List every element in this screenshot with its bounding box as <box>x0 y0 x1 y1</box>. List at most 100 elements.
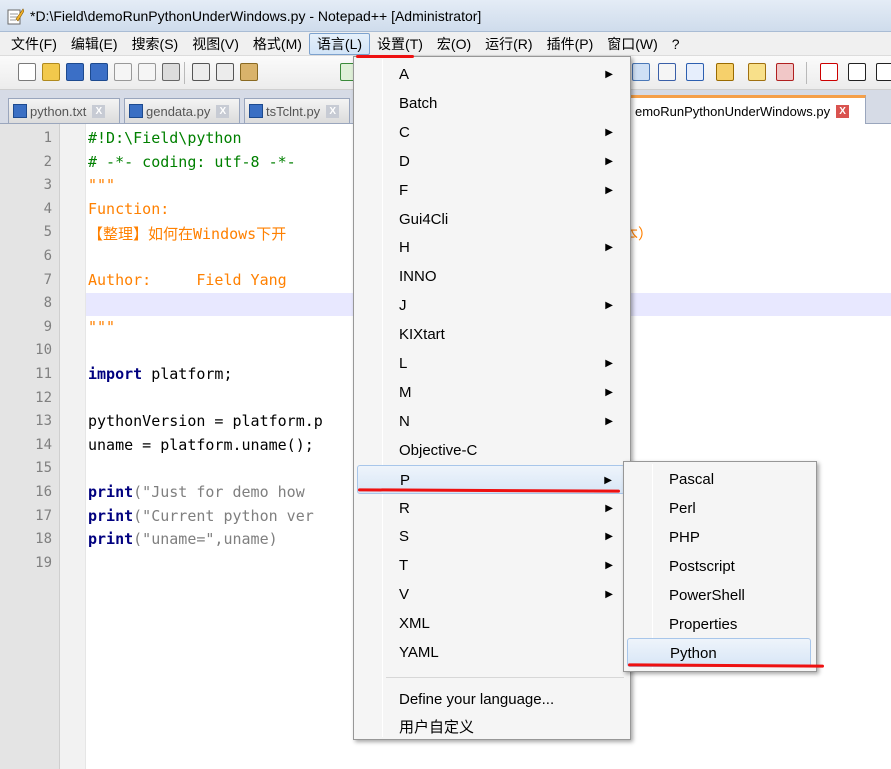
submenu-arrow-icon: ▶ <box>605 358 613 369</box>
language-item-a[interactable]: A ▶ <box>357 60 625 89</box>
language-item-m[interactable]: M ▶ <box>357 378 625 407</box>
menu-4[interactable]: 格式(M) <box>246 33 309 55</box>
copy-icon[interactable] <box>216 63 234 81</box>
tab-2[interactable]: tsTclnt.py X <box>244 98 350 123</box>
p-submenu-item-pascal[interactable]: Pascal <box>627 465 811 494</box>
language-item-n[interactable]: N ▶ <box>357 407 625 436</box>
tab-3[interactable]: emoRunPythonUnderWindows.py X <box>630 95 866 124</box>
indent-guide-icon[interactable] <box>686 63 704 81</box>
line-number: 8 <box>43 295 52 312</box>
language-item-v[interactable]: V ▶ <box>357 580 625 609</box>
paste-icon[interactable] <box>240 63 258 81</box>
close-all-icon[interactable] <box>138 63 156 81</box>
menu-3[interactable]: 视图(V) <box>185 33 246 55</box>
p-submenu-item-label: PHP <box>669 528 700 546</box>
show-all-chars-icon[interactable] <box>658 63 676 81</box>
notepad-plus-plus-icon <box>7 7 24 24</box>
language-item-label: S <box>399 528 410 546</box>
language-item-label: F <box>399 181 409 199</box>
menu-0[interactable]: 文件(F) <box>4 33 64 55</box>
language-item-label: Gui4Cli <box>399 210 449 228</box>
keyword: print <box>88 483 134 501</box>
tab-1[interactable]: gendata.py X <box>124 98 240 123</box>
menu-5[interactable]: 语言(L) <box>308 32 371 55</box>
menu-8[interactable]: 运行(R) <box>478 33 539 55</box>
language-item-label: T <box>399 557 409 575</box>
language-item-j[interactable]: J ▶ <box>357 291 625 320</box>
close-icon[interactable] <box>114 63 132 81</box>
language-item-h[interactable]: H ▶ <box>357 233 625 262</box>
submenu-arrow-icon: ▶ <box>605 589 613 601</box>
line-number: 12 <box>35 389 52 406</box>
submenu-arrow-icon: ▶ <box>605 502 613 514</box>
line-number: 6 <box>43 248 52 264</box>
code-text: Author: Field Yang <box>88 270 287 289</box>
language-item-f[interactable]: F ▶ <box>357 176 625 205</box>
tab-close-icon[interactable]: X <box>326 104 340 118</box>
menu-2[interactable]: 搜索(S) <box>125 33 186 55</box>
menu-10[interactable]: 窗口(W) <box>600 33 665 55</box>
tab-0[interactable]: python.txt X <box>8 98 120 123</box>
p-submenu-item-label: Properties <box>669 615 738 633</box>
language-item-batch[interactable]: Batch <box>357 89 625 118</box>
submenu-arrow-icon: ▶ <box>605 415 613 427</box>
p-submenu-item-powershell[interactable]: PowerShell <box>627 581 811 610</box>
line-number: 14 <box>35 436 52 453</box>
submenu-arrow-icon: ▶ <box>605 242 613 254</box>
language-item-t[interactable]: T ▶ <box>357 551 625 580</box>
language-item-yaml[interactable]: YAML <box>357 638 625 667</box>
code-line: uname = platform.uname(); <box>88 436 314 454</box>
new-file-icon[interactable] <box>18 63 36 81</box>
code-line: pythonVersion = platform.p <box>88 412 323 430</box>
submenu-arrow-icon: ▶ <box>605 69 613 80</box>
language-item-gui4cli[interactable]: Gui4Cli <box>357 205 625 234</box>
menu-6[interactable]: 设置(T) <box>370 33 430 55</box>
code-line: print("uname=",uname) <box>88 530 278 548</box>
tab-close-icon[interactable]: X <box>216 104 230 118</box>
print-icon[interactable] <box>162 63 180 81</box>
language-item-label: M <box>399 383 412 401</box>
tab-close-icon[interactable]: X <box>92 104 106 118</box>
line-number: 7 <box>43 271 52 288</box>
title-bar: *D:\Field\demoRunPythonUnderWindows.py -… <box>0 0 891 32</box>
file-saved-icon <box>13 104 27 118</box>
language-item-d[interactable]: D ▶ <box>357 147 625 176</box>
doc-map-icon[interactable] <box>716 63 734 81</box>
code-text: """ <box>88 317 116 336</box>
language-item-inno[interactable]: INNO <box>357 262 625 291</box>
p-submenu-item-properties[interactable]: Properties <box>627 610 811 639</box>
p-submenu-item-postscript[interactable]: Postscript <box>627 552 811 581</box>
menu-9[interactable]: 插件(P) <box>540 33 601 55</box>
folder-workspace-icon[interactable] <box>776 63 794 81</box>
play-macro-icon[interactable] <box>876 63 891 81</box>
line-number: 11 <box>35 366 52 382</box>
user-defined-item[interactable]: 用户自定义 <box>357 713 625 742</box>
tab-close-icon[interactable]: X <box>836 104 850 118</box>
tab-label: tsTclnt.py <box>266 103 321 119</box>
stop-macro-icon[interactable] <box>848 63 866 81</box>
language-item-kixtart[interactable]: KIXtart <box>357 320 625 349</box>
wrap-icon[interactable] <box>632 63 650 81</box>
p-submenu-item-perl[interactable]: Perl <box>627 494 811 523</box>
language-item-objective-c[interactable]: Objective-C <box>357 436 625 465</box>
define-language-item[interactable]: Define your language... <box>357 685 625 714</box>
file-saved-icon <box>249 104 263 118</box>
submenu-arrow-icon: ▶ <box>605 300 613 312</box>
language-item-r[interactable]: R ▶ <box>357 494 625 523</box>
menu-11[interactable]: ? <box>665 33 687 55</box>
language-item-s[interactable]: S ▶ <box>357 522 625 551</box>
menu-1[interactable]: 编辑(E) <box>64 33 125 55</box>
record-macro-icon[interactable] <box>820 63 838 81</box>
open-file-icon[interactable] <box>42 63 60 81</box>
language-item-xml[interactable]: XML <box>357 609 625 638</box>
save-all-icon[interactable] <box>90 63 108 81</box>
p-submenu-item-php[interactable]: PHP <box>627 523 811 552</box>
save-icon[interactable] <box>66 63 84 81</box>
cut-icon[interactable] <box>192 63 210 81</box>
function-list-icon[interactable] <box>748 63 766 81</box>
line-number: 18 <box>35 531 52 548</box>
language-item-c[interactable]: C ▶ <box>357 118 625 147</box>
language-item-l[interactable]: L ▶ <box>357 349 625 378</box>
line-number: 5 <box>43 224 52 241</box>
menu-7[interactable]: 宏(O) <box>430 33 478 55</box>
